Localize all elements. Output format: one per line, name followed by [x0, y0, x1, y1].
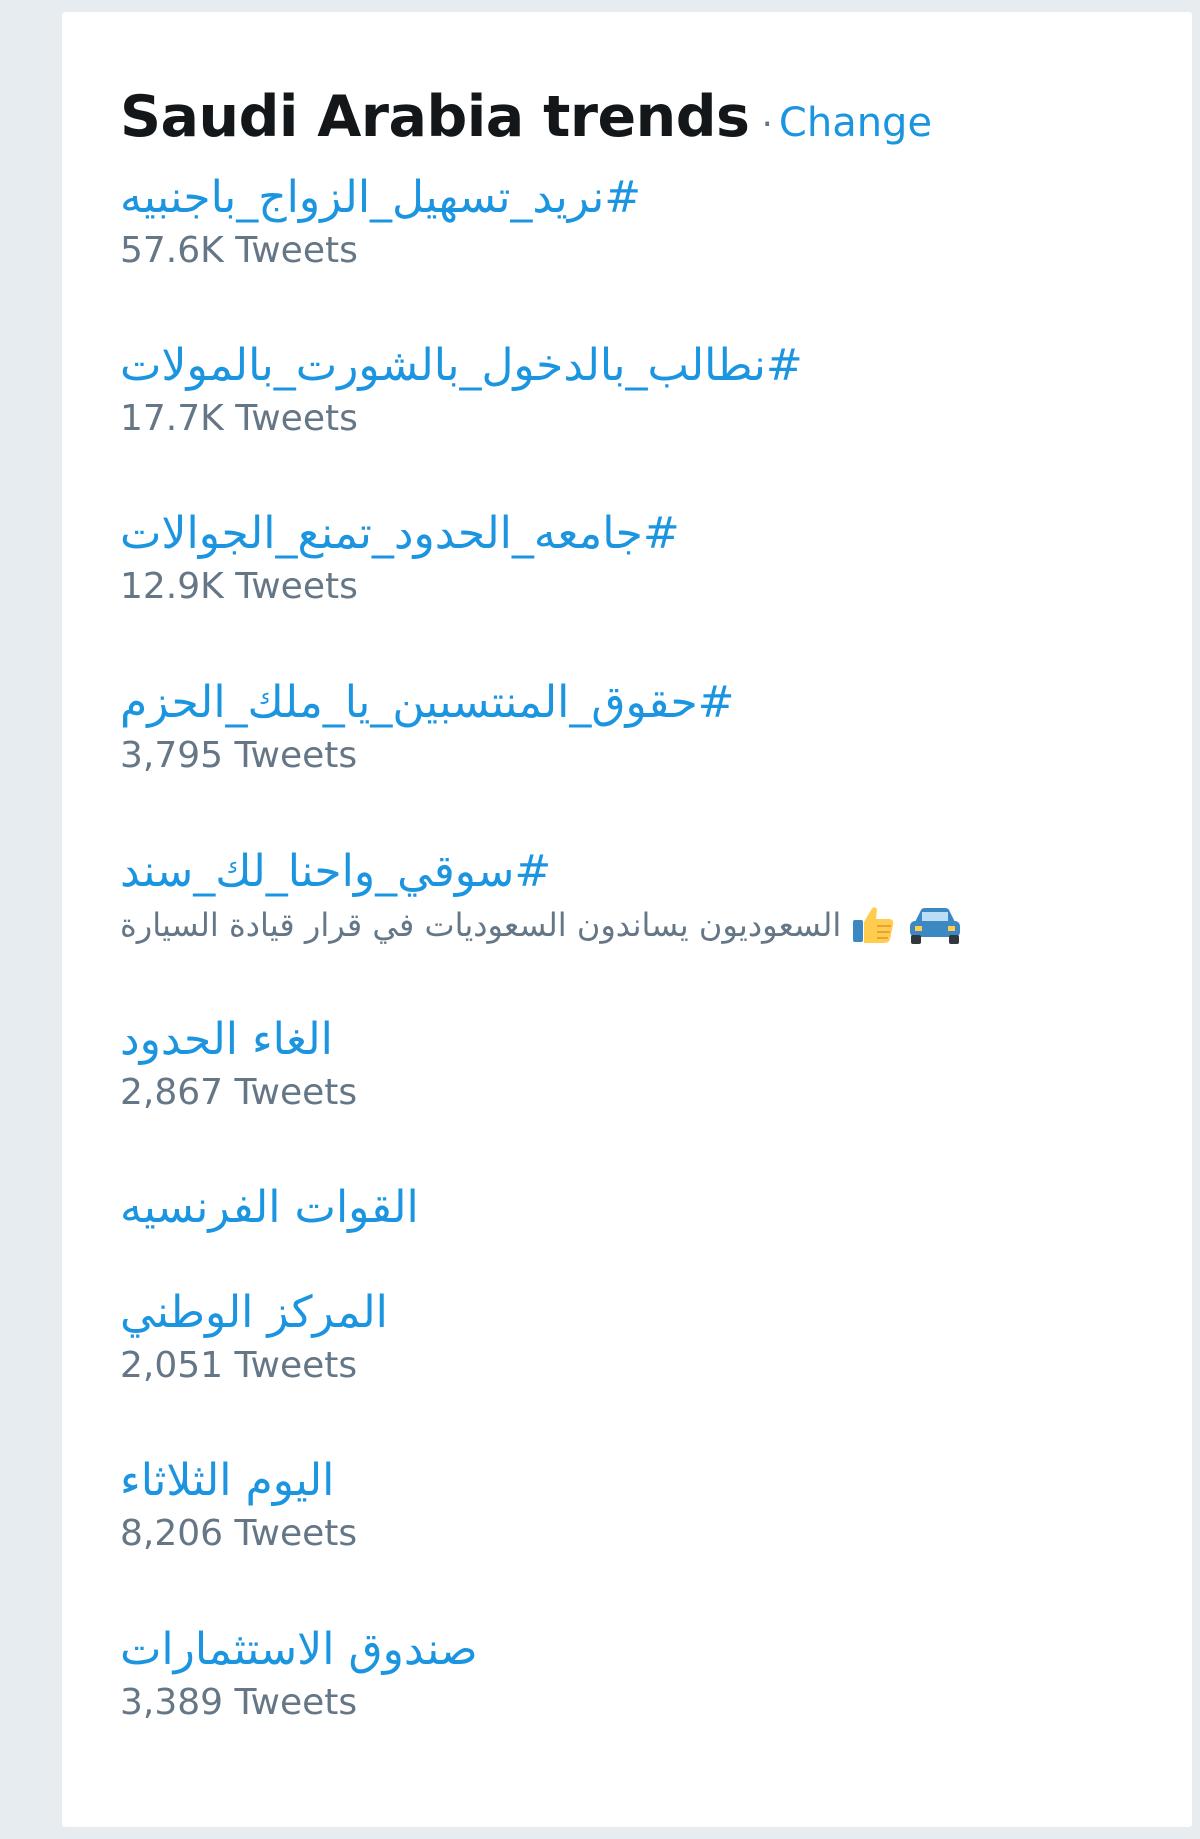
header-separator: ·: [761, 104, 773, 145]
trend-tweet-count: 8,206 Tweets: [120, 1513, 358, 1554]
trend-context-text: السعوديون يساندون السعوديات في قرار قياد…: [120, 906, 842, 944]
trends-title: Saudi Arabia trends: [120, 84, 750, 150]
trend-item[interactable]: #نريد_تسهيل_الزواج_باجنبيه 57.6K Tweets: [120, 170, 641, 276]
trend-name[interactable]: القوات الفرنسيه: [120, 1180, 419, 1236]
trend-name[interactable]: اليوم الثلاثاء: [120, 1453, 357, 1509]
trend-name[interactable]: صندوق الاستثمارات: [120, 1622, 478, 1678]
trend-name[interactable]: المركز الوطني: [120, 1285, 388, 1341]
trend-item[interactable]: الغاء الحدود 2,867 Tweets: [120, 1012, 357, 1118]
trend-name[interactable]: #حقوق_المنتسبين_يا_ملك_الحزم: [120, 675, 735, 731]
trend-item[interactable]: #سوقي_واحنا_لك_سند السعوديون يساندون الس…: [120, 844, 963, 950]
change-location-link[interactable]: Change: [779, 100, 932, 146]
trend-item[interactable]: القوات الفرنسيه: [120, 1180, 419, 1236]
car-emoji-icon: [910, 908, 961, 944]
trend-tweet-count: 12.9K Tweets: [120, 566, 358, 607]
trend-context: السعوديون يساندون السعوديات في قرار قياد…: [120, 900, 963, 950]
trend-item[interactable]: #نطالب_بالدخول_بالشورت_بالمولات 17.7K Tw…: [120, 338, 803, 444]
trend-tweet-count: 3,389 Tweets: [120, 1682, 358, 1723]
trend-name[interactable]: #نريد_تسهيل_الزواج_باجنبيه: [120, 170, 641, 226]
thumbs-up-emoji-icon: [853, 907, 894, 943]
trend-name[interactable]: #نطالب_بالدخول_بالشورت_بالمولات: [120, 338, 803, 394]
trends-card: Saudi Arabia trends · Change #نريد_تسهيل_ا…: [62, 12, 1192, 1827]
trend-item[interactable]: اليوم الثلاثاء 8,206 Tweets: [120, 1453, 357, 1559]
trend-tweet-count: 3,795 Tweets: [120, 735, 358, 776]
trend-item[interactable]: #جامعه_الحدود_تمنع_الجوالات 12.9K Tweets: [120, 506, 680, 612]
trend-tweet-count: 2,867 Tweets: [120, 1072, 358, 1113]
trend-item[interactable]: المركز الوطني 2,051 Tweets: [120, 1285, 388, 1391]
trend-name[interactable]: الغاء الحدود: [120, 1012, 357, 1068]
trend-name[interactable]: #سوقي_واحنا_لك_سند: [120, 844, 963, 900]
trend-tweet-count: 2,051 Tweets: [120, 1345, 358, 1386]
trend-item[interactable]: #حقوق_المنتسبين_يا_ملك_الحزم 3,795 Tweet…: [120, 675, 735, 781]
trend-name[interactable]: #جامعه_الحدود_تمنع_الجوالات: [120, 506, 680, 562]
trend-item[interactable]: صندوق الاستثمارات 3,389 Tweets: [120, 1622, 478, 1728]
trend-tweet-count: 17.7K Tweets: [120, 398, 358, 439]
trend-tweet-count: 57.6K Tweets: [120, 230, 358, 271]
trends-header: Saudi Arabia trends · Change: [120, 84, 932, 150]
